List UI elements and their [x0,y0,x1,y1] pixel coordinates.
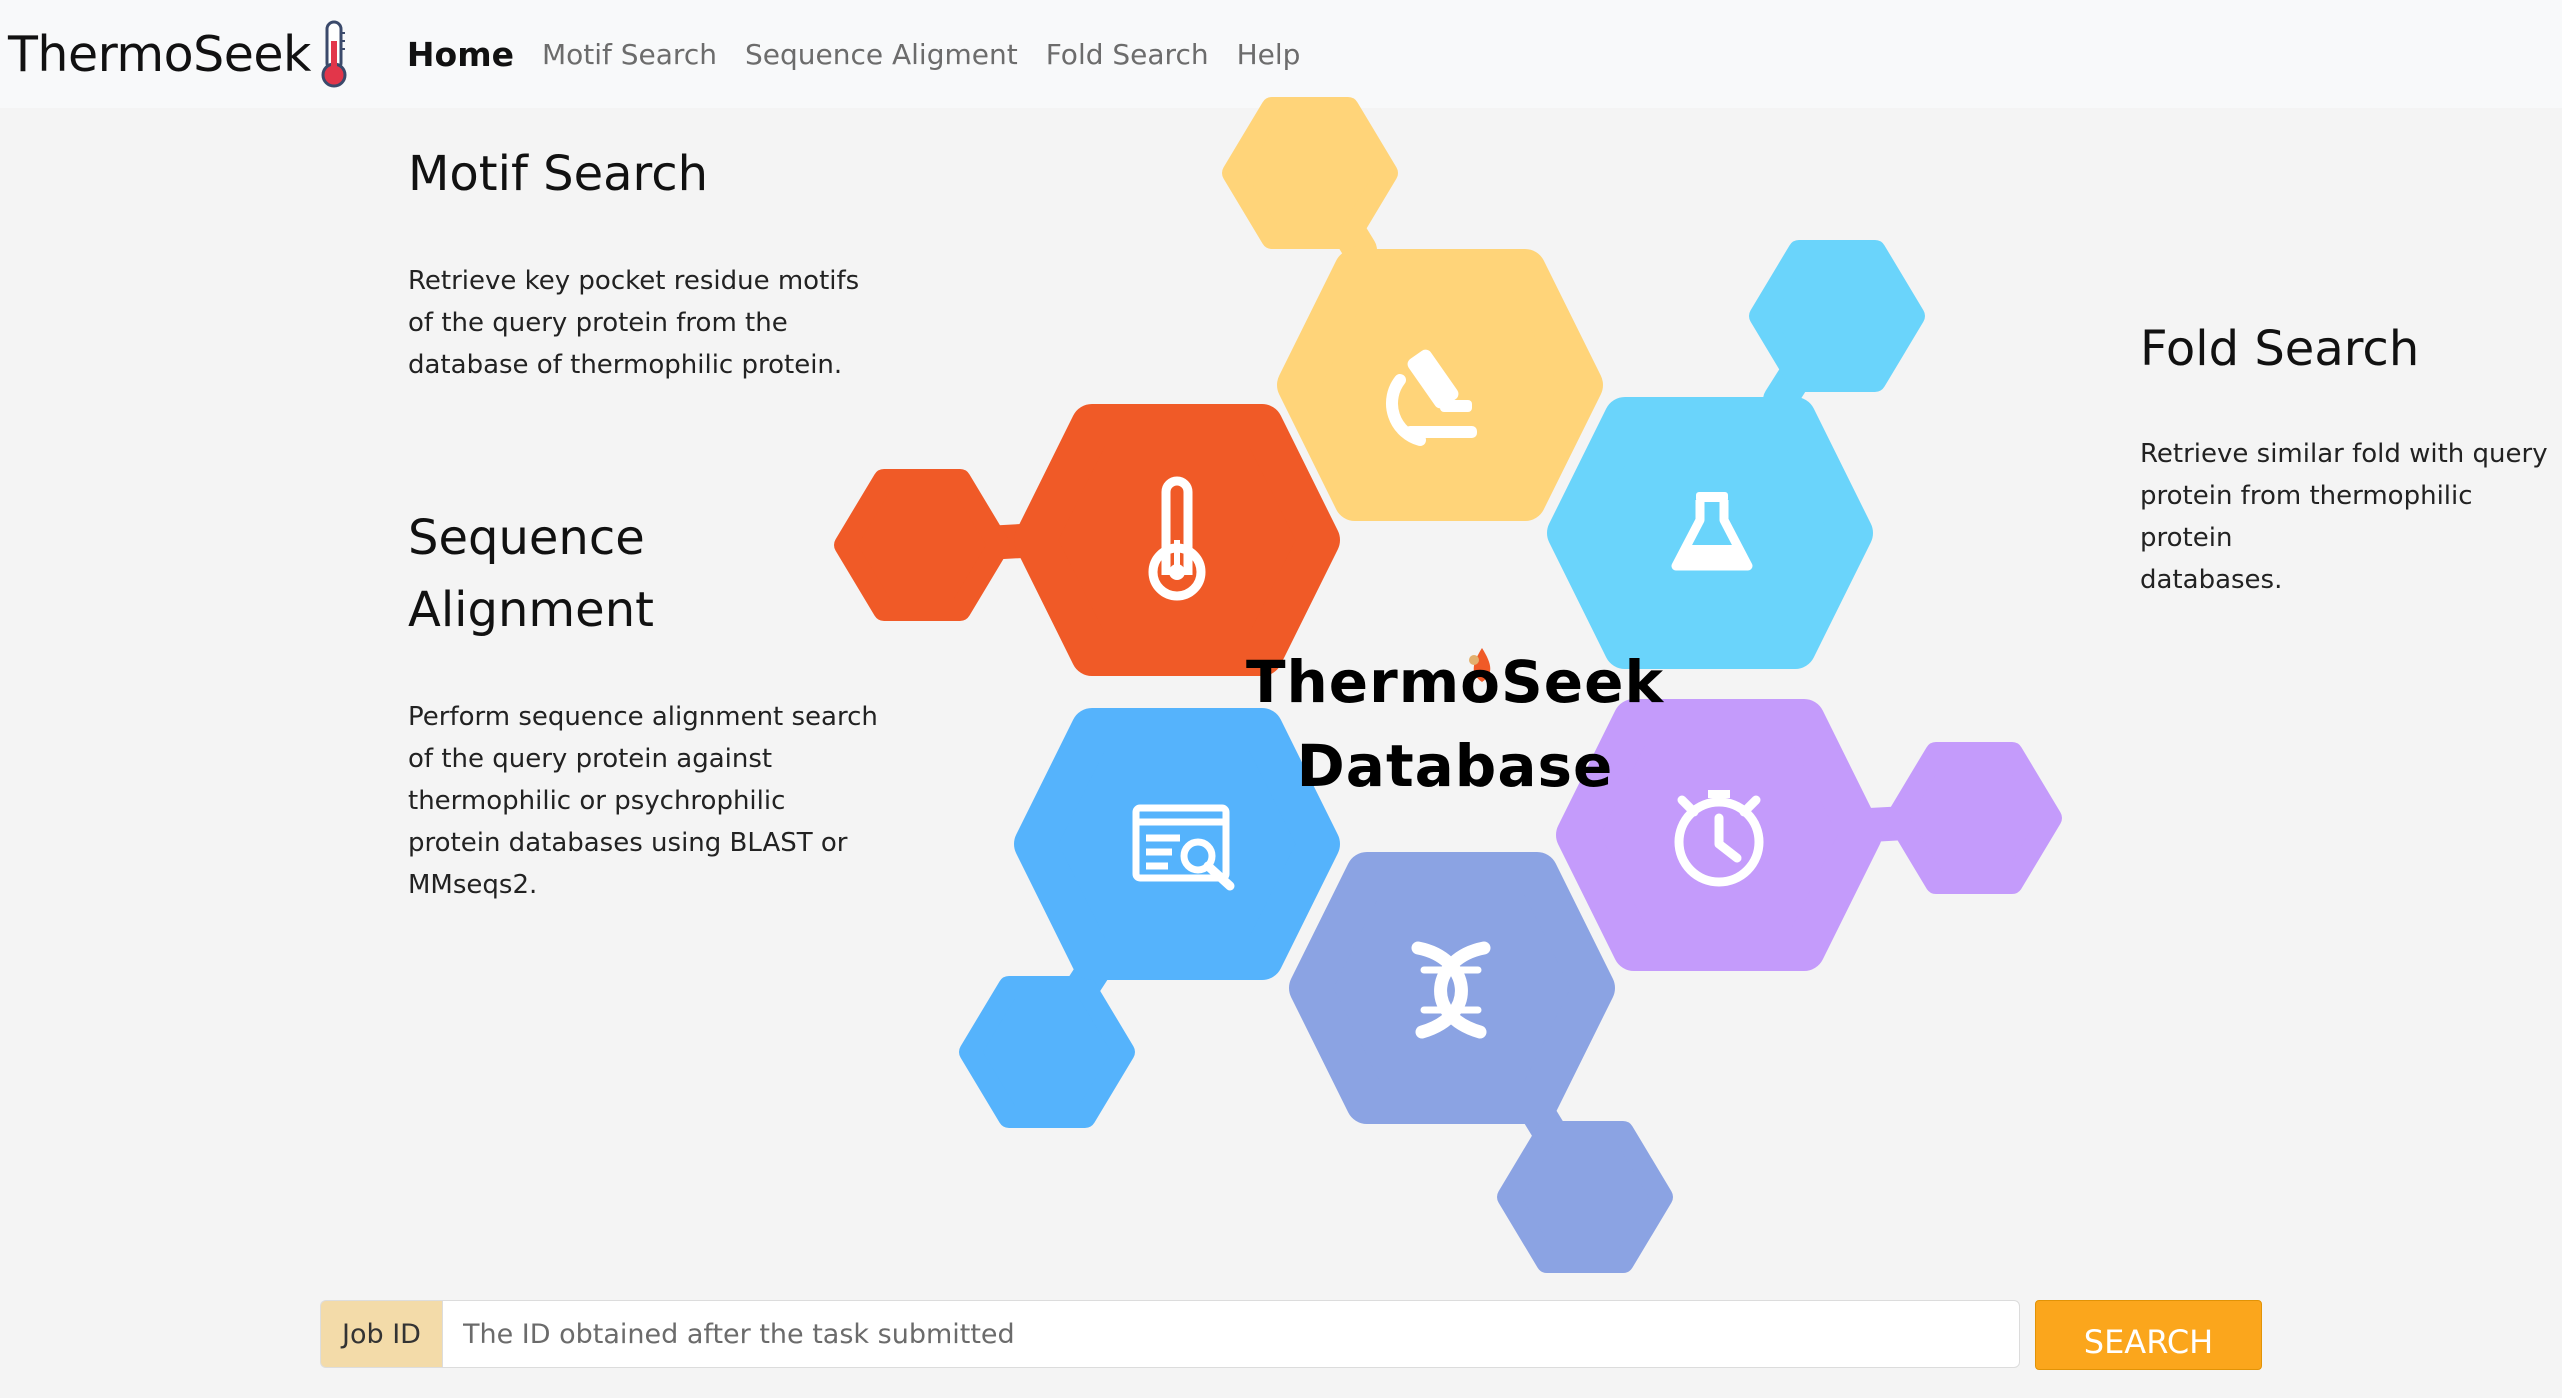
small-hex-purple [1886,742,2062,894]
motif-search-section: Motif Search Retrieve key pocket residue… [408,138,868,386]
small-hex-blue [959,976,1135,1128]
hexagon-graphic [834,97,2062,1273]
sequence-alignment-title: Sequence Alignment [408,510,654,638]
job-id-label: Job ID [320,1300,442,1368]
small-hex-periwinkle [1497,1121,1673,1273]
small-hex-yellow [1222,97,1398,249]
flame-icon [1469,648,1491,682]
job-search-bar: Job ID [320,1300,2020,1370]
fold-search-title: Fold Search [2140,321,2420,377]
hex-report-search [1014,708,1340,980]
sequence-alignment-section: Sequence Alignment Perform sequence alig… [408,502,888,906]
motif-search-description: Retrieve key pocket residue motifs of th… [408,266,860,380]
fold-search-description: Retrieve similar fold with query protein… [2140,439,2548,595]
sequence-alignment-description: Perform sequence alignment search of the… [408,702,878,900]
search-button[interactable]: SEARCH [2035,1300,2262,1370]
small-hex-cyan [1749,240,1925,392]
fold-search-section: Fold Search Retrieve similar fold with q… [2140,313,2562,601]
job-id-input[interactable] [442,1300,2020,1368]
motif-search-title: Motif Search [408,146,708,202]
hex-dna [1289,852,1615,1124]
hex-flask [1547,397,1873,669]
